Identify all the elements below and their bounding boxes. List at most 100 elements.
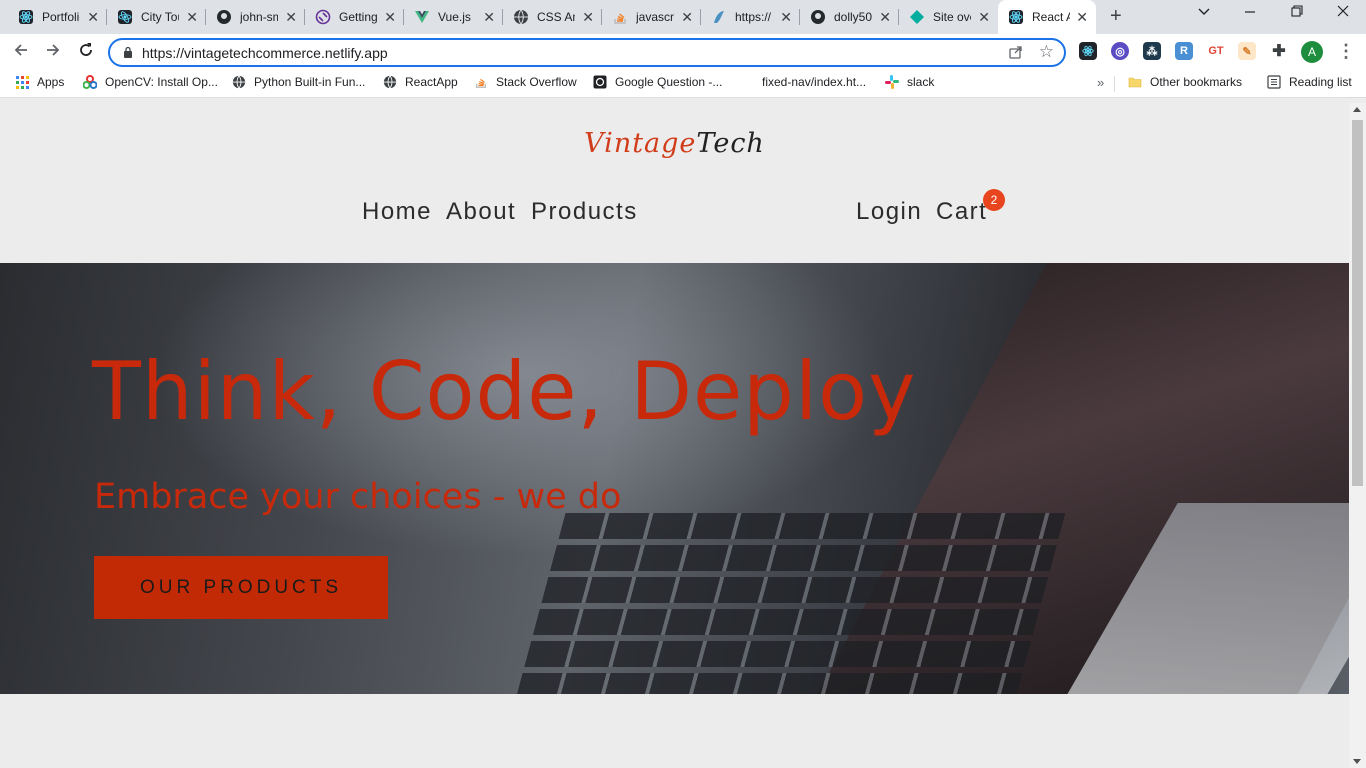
browser-tab[interactable]: https:// ✕ bbox=[701, 0, 800, 34]
our-products-button[interactable]: OUR PRODUCTS bbox=[94, 556, 388, 619]
globe-icon bbox=[513, 9, 529, 25]
close-icon[interactable]: ✕ bbox=[780, 9, 792, 25]
react-icon bbox=[117, 9, 133, 25]
bookmark-google-question[interactable]: Google Question -... bbox=[593, 75, 722, 89]
blank-icon bbox=[740, 75, 754, 89]
browser-tab[interactable]: javascript ✕ bbox=[602, 0, 701, 34]
hero-banner: Think, Code, Deploy Embrace your choices… bbox=[0, 263, 1349, 694]
close-icon[interactable]: ✕ bbox=[879, 9, 891, 25]
close-icon[interactable]: ✕ bbox=[1076, 9, 1088, 25]
tab-title: john-smilga bbox=[240, 10, 278, 24]
logo-vintage: Vintage bbox=[584, 128, 697, 159]
bookmark-label: Google Question -... bbox=[615, 75, 723, 89]
restore-icon[interactable] bbox=[1290, 4, 1304, 23]
url-text[interactable]: https://vintagetechcommerce.netlify.app bbox=[142, 45, 388, 61]
bookmark-label: OpenCV: Install Op... bbox=[105, 75, 218, 89]
tab-title: javascript bbox=[636, 10, 674, 24]
camera-icon bbox=[593, 75, 607, 89]
site-logo[interactable]: VintageTech bbox=[0, 128, 1349, 159]
react-icon bbox=[18, 9, 34, 25]
puzzle-icon[interactable]: ✚ bbox=[1270, 42, 1288, 60]
close-window-icon[interactable] bbox=[1336, 4, 1350, 23]
bookmark-label: Stack Overflow bbox=[496, 75, 577, 89]
browser-tab[interactable]: CSS Animations ✕ bbox=[503, 0, 602, 34]
palette-extension-icon[interactable]: ✎ bbox=[1238, 42, 1256, 60]
page-scrollbar[interactable] bbox=[1349, 103, 1366, 768]
browser-tab[interactable]: dolly50 ✕ bbox=[800, 0, 899, 34]
close-icon[interactable]: ✕ bbox=[582, 9, 594, 25]
close-icon[interactable]: ✕ bbox=[384, 9, 396, 25]
tab-title: CSS Animations bbox=[537, 10, 575, 24]
nav-home[interactable]: Home bbox=[362, 198, 432, 226]
bookmarks-divider bbox=[1114, 76, 1115, 92]
bookmark-slack[interactable]: slack bbox=[885, 75, 934, 89]
new-tab-icon[interactable]: + bbox=[1110, 6, 1122, 26]
back-icon[interactable] bbox=[10, 41, 32, 63]
scroll-down-icon[interactable] bbox=[1353, 759, 1361, 764]
browser-tab[interactable]: Getting Started ✕ bbox=[305, 0, 404, 34]
doc-icon bbox=[711, 9, 727, 25]
forward-icon[interactable] bbox=[42, 41, 64, 63]
r-extension-icon[interactable]: R bbox=[1175, 42, 1193, 60]
close-icon[interactable]: ✕ bbox=[483, 9, 495, 25]
browser-tab[interactable]: Site overview ✕ bbox=[899, 0, 998, 34]
tab-title: dolly50 bbox=[834, 10, 872, 24]
close-icon[interactable]: ✕ bbox=[186, 9, 198, 25]
browser-toolbar: https://vintagetechcommerce.netlify.app … bbox=[0, 34, 1366, 70]
opencv-icon bbox=[83, 75, 97, 89]
react-devtools-icon[interactable] bbox=[1079, 42, 1097, 60]
browser-tab[interactable]: Portfolio ✕ bbox=[8, 0, 107, 34]
extension-circle-icon[interactable]: ◎ bbox=[1111, 42, 1129, 60]
close-icon[interactable]: ✕ bbox=[978, 9, 990, 25]
gt-extension-icon[interactable]: GT bbox=[1207, 42, 1225, 60]
bookmark-reactapp[interactable]: ReactApp bbox=[383, 75, 458, 89]
github-icon bbox=[216, 9, 232, 25]
browser-tab[interactable]: john-smilga ✕ bbox=[206, 0, 305, 34]
network-extension-icon[interactable]: ⁂ bbox=[1143, 42, 1161, 60]
bookmark-python[interactable]: Python Built-in Fun... bbox=[232, 75, 365, 89]
tab-title: City Tours bbox=[141, 10, 179, 24]
close-icon[interactable]: ✕ bbox=[87, 9, 99, 25]
lock-icon[interactable] bbox=[123, 46, 133, 58]
bookmark-label: fixed-nav/index.ht... bbox=[762, 75, 867, 89]
nav-login[interactable]: Login bbox=[856, 198, 922, 226]
bookmark-opencv[interactable]: OpenCV: Install Op... bbox=[83, 75, 218, 89]
hero-subtitle: Embrace your choices - we do bbox=[94, 477, 622, 517]
tab-title: Site overview bbox=[933, 10, 971, 24]
bookmark-fixed-nav[interactable]: fixed-nav/index.ht... bbox=[740, 75, 866, 89]
tab-title: React App bbox=[1032, 10, 1070, 24]
close-icon[interactable]: ✕ bbox=[681, 9, 693, 25]
tab-title: Getting Started bbox=[339, 10, 377, 24]
minimize-icon[interactable] bbox=[1243, 4, 1257, 23]
bookmark-stackoverflow[interactable]: Stack Overflow bbox=[474, 75, 577, 89]
bookmark-other[interactable]: Other bookmarks bbox=[1128, 75, 1242, 89]
nav-products[interactable]: Products bbox=[531, 198, 638, 226]
bookmark-label: Other bookmarks bbox=[1150, 75, 1243, 89]
bookmark-star-icon[interactable]: ☆ bbox=[1039, 42, 1054, 62]
menu-dots-icon[interactable]: ⋮ bbox=[1337, 41, 1355, 62]
profile-avatar[interactable]: A bbox=[1301, 41, 1323, 63]
netlify-icon bbox=[909, 9, 925, 25]
vue-icon bbox=[414, 9, 430, 25]
tab-title: https:// bbox=[735, 10, 772, 24]
more-bookmarks-icon[interactable]: » bbox=[1097, 75, 1104, 90]
address-bar[interactable]: https://vintagetechcommerce.netlify.app … bbox=[108, 38, 1066, 67]
tab-search-icon[interactable] bbox=[1197, 4, 1211, 23]
browser-tab[interactable]: Vue.js ✕ bbox=[404, 0, 503, 34]
browser-tab[interactable]: City Tours ✕ bbox=[107, 0, 206, 34]
bookmarks-bar: Apps OpenCV: Install Op... Python Built-… bbox=[0, 70, 1366, 98]
nav-about[interactable]: About bbox=[446, 198, 516, 226]
bookmark-label: Apps bbox=[37, 75, 65, 89]
cart-count-badge: 2 bbox=[983, 189, 1005, 211]
browser-tab-active[interactable]: React App ✕ bbox=[998, 0, 1096, 34]
nav-cart[interactable]: Cart bbox=[936, 198, 987, 226]
reload-icon[interactable] bbox=[75, 41, 97, 63]
close-icon[interactable]: ✕ bbox=[285, 9, 297, 25]
reading-list[interactable]: Reading list bbox=[1267, 75, 1352, 89]
scroll-up-icon[interactable] bbox=[1353, 107, 1361, 112]
stackoverflow-icon bbox=[474, 75, 488, 89]
share-icon[interactable] bbox=[1008, 44, 1024, 64]
github-icon bbox=[810, 9, 826, 25]
bookmark-apps[interactable]: Apps bbox=[15, 75, 64, 89]
scrollbar-thumb[interactable] bbox=[1352, 120, 1363, 486]
